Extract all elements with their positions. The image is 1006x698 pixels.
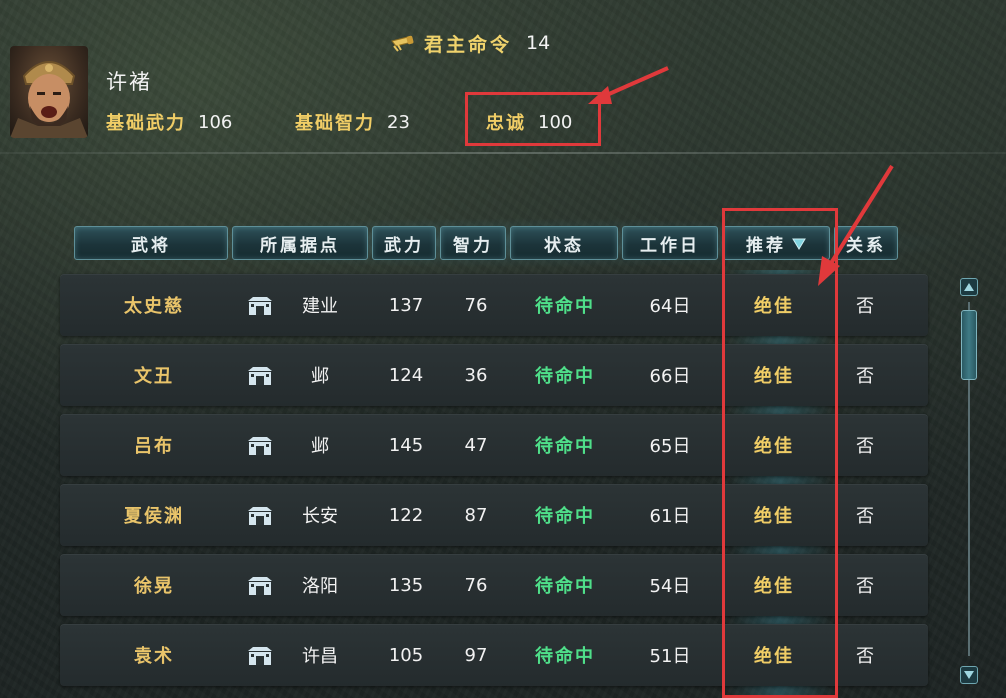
scroll-up-button[interactable] [960, 278, 978, 296]
scroll-thumb[interactable] [961, 310, 977, 380]
scroll-down-button[interactable] [960, 666, 978, 684]
chevron-down-icon [964, 671, 974, 679]
annotation-arrows [588, 66, 894, 286]
chevron-up-icon [964, 283, 974, 291]
